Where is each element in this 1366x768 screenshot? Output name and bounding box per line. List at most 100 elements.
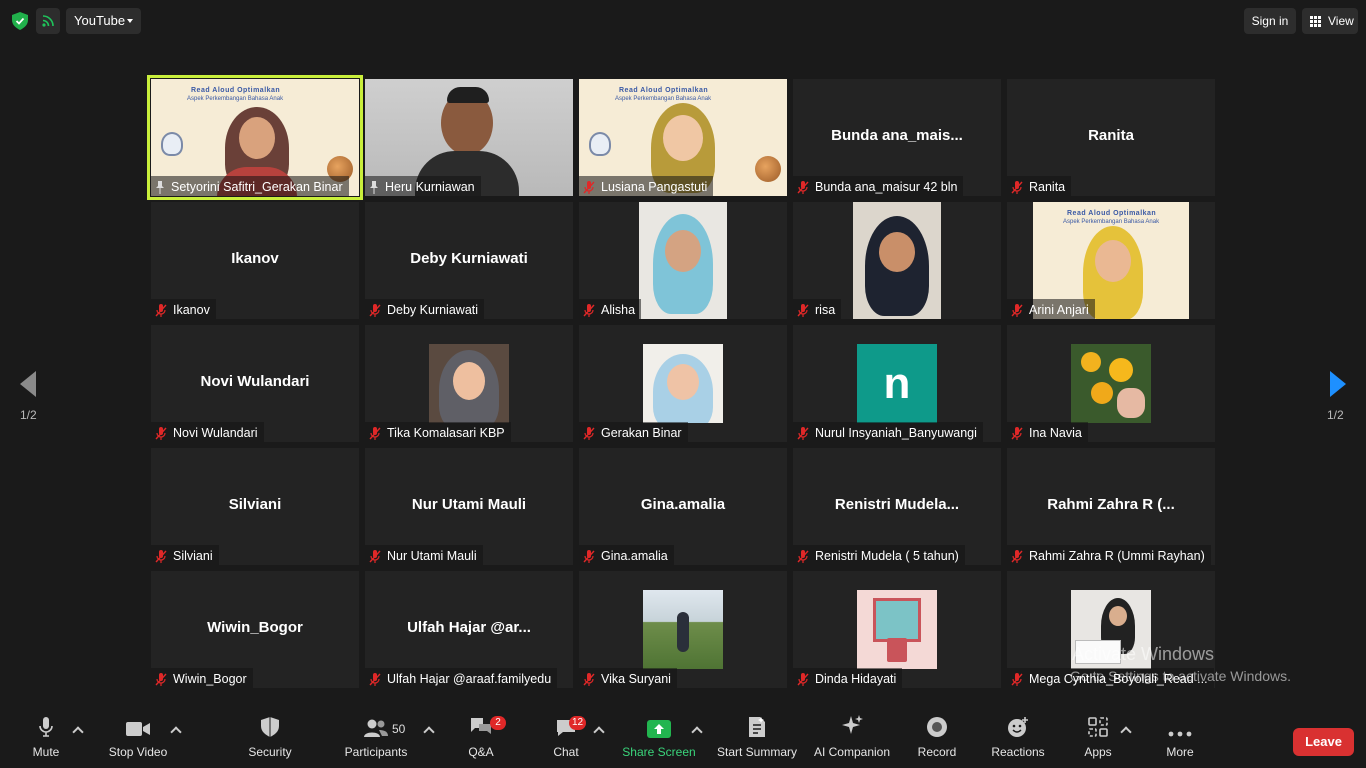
participant-tile[interactable]: Rahmi Zahra R (... Rahmi Zahra R (Ummi R… bbox=[1007, 448, 1215, 565]
participant-tile[interactable]: Ulfah Hajar @ar... Ulfah Hajar @araaf.fa… bbox=[365, 571, 573, 688]
banner-subtitle: Aspek Perkembangan Bahasa Anak bbox=[615, 96, 712, 102]
mic-muted-icon bbox=[155, 303, 167, 317]
leave-button[interactable]: Leave bbox=[1293, 728, 1354, 756]
participants-count: 50 bbox=[392, 722, 406, 736]
participant-tile[interactable]: Ranita Ranita bbox=[1007, 79, 1215, 196]
participant-name: Vika Suryani bbox=[601, 672, 671, 686]
shield-check-icon[interactable] bbox=[12, 12, 28, 30]
stream-source-dropdown[interactable]: YouTube bbox=[66, 8, 141, 34]
participant-display-name: Gina.amalia bbox=[640, 496, 726, 513]
astronaut-icon bbox=[161, 132, 183, 156]
participant-name-label: Lusiana Pangastuti bbox=[579, 176, 714, 196]
stop-video-button[interactable]: Stop Video bbox=[104, 708, 172, 768]
share-screen-icon bbox=[647, 720, 671, 738]
participant-tile[interactable]: Alisha bbox=[579, 202, 787, 319]
participant-tile[interactable]: risa bbox=[793, 202, 1001, 319]
participant-name-label: Novi Wulandari bbox=[151, 422, 264, 442]
mic-muted-icon bbox=[1011, 303, 1023, 317]
video-options-chevron-icon[interactable] bbox=[170, 726, 182, 738]
participant-name: Arini Anjari bbox=[1029, 303, 1089, 317]
record-label: Record bbox=[917, 745, 957, 759]
reactions-label: Reactions bbox=[991, 745, 1045, 759]
reactions-button[interactable]: Reactions bbox=[990, 708, 1046, 768]
mic-muted-icon bbox=[369, 426, 381, 440]
participant-tile[interactable]: Ina Navia bbox=[1007, 325, 1215, 442]
face-shape bbox=[239, 117, 275, 159]
participant-name: Wiwin_Bogor bbox=[173, 672, 247, 686]
participants-button[interactable]: Participants bbox=[342, 708, 410, 768]
participant-tile[interactable]: Read Aloud Optimalkan Aspek Perkembangan… bbox=[147, 75, 363, 200]
mic-muted-icon bbox=[369, 549, 381, 563]
participant-name-label: Setyorini Safitri_Gerakan Binar bbox=[151, 176, 349, 196]
participant-name-label: Ranita bbox=[1007, 176, 1072, 196]
activate-windows-hint: Go to Settings to activate Windows. bbox=[1070, 668, 1291, 684]
participant-photo bbox=[1071, 344, 1151, 423]
video-gallery: Read Aloud Optimalkan Aspek Perkembangan… bbox=[147, 75, 1215, 688]
participant-tile[interactable]: Read Aloud Optimalkan Aspek Perkembangan… bbox=[1007, 202, 1215, 319]
participant-tile[interactable]: Nur Utami Mauli Nur Utami Mauli bbox=[365, 448, 573, 565]
participant-name: Ranita bbox=[1029, 180, 1066, 194]
participant-display-name: Novi Wulandari bbox=[200, 373, 310, 390]
plant-pot-shape bbox=[887, 638, 907, 662]
security-button[interactable]: Security bbox=[244, 708, 296, 768]
participant-name-label: Ina Navia bbox=[1007, 422, 1088, 442]
participant-name: Ikanov bbox=[173, 303, 210, 317]
participant-tile[interactable]: Read Aloud Optimalkan Aspek Perkembangan… bbox=[579, 79, 787, 196]
participant-tile[interactable]: Heru Kurniawan bbox=[365, 79, 573, 196]
banner-title: Read Aloud Optimalkan bbox=[191, 87, 281, 94]
apps-options-chevron-icon[interactable] bbox=[1120, 726, 1132, 738]
participant-tile[interactable]: Deby Kurniawati Deby Kurniawati bbox=[365, 202, 573, 319]
apps-button[interactable]: Apps bbox=[1080, 708, 1116, 768]
participants-options-chevron-icon[interactable] bbox=[423, 726, 435, 738]
participant-display-name: Ranita bbox=[1088, 127, 1134, 144]
participant-video bbox=[853, 202, 941, 319]
participant-tile[interactable]: Bunda ana_mais... Bunda ana_maisur 42 bl… bbox=[793, 79, 1001, 196]
participant-tile[interactable]: Dinda Hidayati bbox=[793, 571, 1001, 688]
mute-label: Mute bbox=[32, 745, 60, 759]
participant-name-label: Gerakan Binar bbox=[579, 422, 688, 442]
mic-muted-icon bbox=[583, 303, 595, 317]
more-label: More bbox=[1166, 745, 1194, 759]
participant-tile[interactable]: Renistri Mudela... Renistri Mudela ( 5 t… bbox=[793, 448, 1001, 565]
participant-tile[interactable]: Novi Wulandari Novi Wulandari bbox=[151, 325, 359, 442]
audio-options-chevron-icon[interactable] bbox=[72, 726, 84, 738]
participant-tile[interactable]: Gerakan Binar bbox=[579, 325, 787, 442]
ai-companion-button[interactable]: AI Companion bbox=[812, 708, 892, 768]
stream-source-label: YouTube bbox=[74, 13, 126, 28]
participant-tile[interactable]: Ikanov Ikanov bbox=[151, 202, 359, 319]
previous-page-arrow-icon[interactable] bbox=[20, 371, 36, 397]
participant-name: Ina Navia bbox=[1029, 426, 1082, 440]
participant-display-name: Wiwin_Bogor bbox=[207, 619, 303, 636]
participants-label: Participants bbox=[344, 745, 408, 759]
next-page-arrow-icon[interactable] bbox=[1330, 371, 1346, 397]
face-shape bbox=[665, 230, 701, 272]
participant-tile[interactable]: Vika Suryani bbox=[579, 571, 787, 688]
record-button[interactable]: Record bbox=[916, 708, 958, 768]
more-button[interactable]: More bbox=[1162, 708, 1198, 768]
participant-photo bbox=[643, 590, 723, 669]
participant-name-label: Bunda ana_maisur 42 bln bbox=[793, 176, 964, 196]
participant-tile[interactable]: n Nurul Insyaniah_Banyuwangi bbox=[793, 325, 1001, 442]
mute-button[interactable]: Mute bbox=[26, 708, 66, 768]
qa-label: Q&A bbox=[468, 745, 494, 759]
start-summary-button[interactable]: Start Summary bbox=[716, 708, 798, 768]
participant-tile[interactable]: Gina.amalia Gina.amalia bbox=[579, 448, 787, 565]
mic-muted-icon bbox=[797, 672, 809, 686]
page-indicator-left: 1/2 bbox=[20, 408, 37, 422]
participant-name-label: Heru Kurniawan bbox=[365, 176, 481, 196]
sign-in-button[interactable]: Sign in bbox=[1244, 8, 1296, 34]
banner-title: Read Aloud Optimalkan bbox=[1067, 210, 1157, 217]
participant-tile[interactable]: Silviani Silviani bbox=[151, 448, 359, 565]
share-screen-button[interactable]: Share Screen bbox=[622, 708, 696, 768]
chat-options-chevron-icon[interactable] bbox=[593, 726, 605, 738]
participant-name: Dinda Hidayati bbox=[815, 672, 897, 686]
participant-tile[interactable]: Wiwin_Bogor Wiwin_Bogor bbox=[151, 571, 359, 688]
view-button[interactable]: View bbox=[1302, 8, 1358, 34]
participant-tile[interactable]: Tika Komalasari KBP bbox=[365, 325, 573, 442]
banner-subtitle: Aspek Perkembangan Bahasa Anak bbox=[1063, 219, 1160, 225]
smiley-icon bbox=[1008, 717, 1028, 737]
live-stream-button[interactable] bbox=[36, 8, 60, 34]
window-shape bbox=[873, 598, 921, 642]
participant-photo bbox=[857, 590, 937, 669]
face-shape bbox=[667, 364, 699, 400]
